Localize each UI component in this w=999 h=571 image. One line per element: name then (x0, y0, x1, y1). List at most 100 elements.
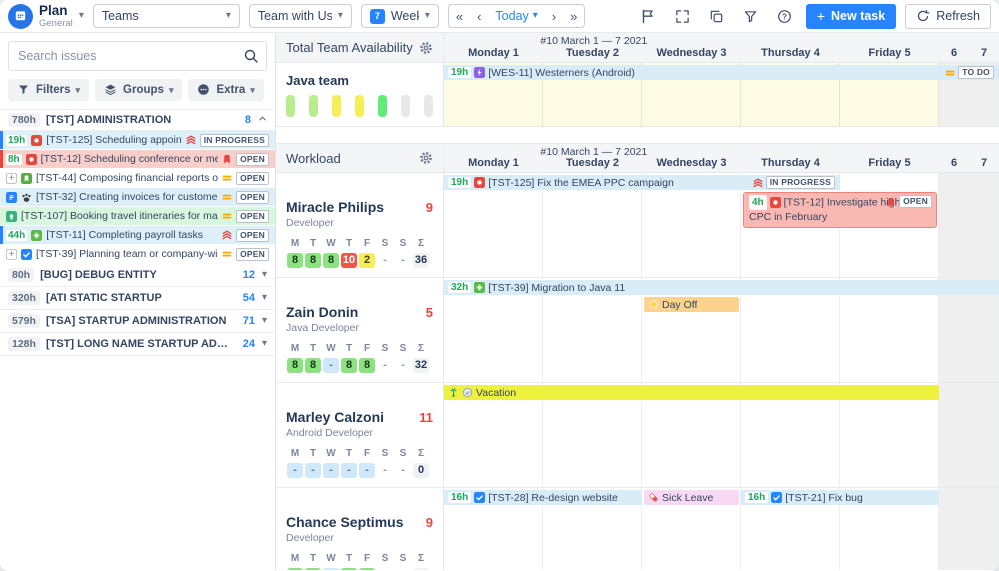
day-header-5: Friday 5 (840, 144, 939, 172)
availability-section-header: Total Team Availability #10 March 1 — 7 … (276, 33, 999, 63)
priority-highest-icon (222, 230, 232, 240)
task-row[interactable]: 44h[TST-11] Completing payroll tasksOPEN (0, 226, 275, 245)
gear-icon[interactable] (419, 151, 433, 165)
day-hours-chip: - (341, 463, 357, 478)
task-hours-badge: 44h (6, 230, 27, 241)
group-hours-badge: 128h (8, 337, 40, 351)
chevron-down-icon[interactable]: ▾ (262, 316, 267, 326)
sidebar-groups-button[interactable]: Groups▾ (95, 79, 182, 101)
task-title: [TST-125] Scheduling appointments for… (46, 134, 182, 146)
copy-icon[interactable] (704, 4, 729, 28)
event-title: Vacation (476, 387, 516, 399)
event[interactable]: 19h[WES-11] Westerners (Android)TO DO (444, 65, 999, 80)
day-hours-chip: 8 (341, 358, 357, 373)
priority-medium-icon (945, 68, 955, 78)
event-hours-badge: 4h (749, 195, 767, 210)
availability-bar (424, 95, 433, 117)
chevron-up-icon[interactable] (258, 114, 267, 126)
sidebar-extra-button[interactable]: Extra▾ (188, 79, 263, 101)
view-mode-select[interactable]: Team with Users ▾ (249, 4, 352, 28)
task-row[interactable]: +[TST-44] Composing financial reports on… (0, 169, 275, 188)
nav-next-button[interactable]: › (545, 5, 563, 27)
event[interactable]: 4h[TST-12] Investigate higher CPC in Feb… (743, 192, 937, 228)
nav-prev-week-fast-button[interactable]: « (449, 5, 470, 27)
workload-rows: Miracle Philips9DeveloperMTWTFSSΣ888102-… (276, 173, 999, 570)
teams-select-value: Teams (102, 9, 220, 23)
day-hours-chip: - (395, 463, 411, 478)
view-mode-value: Team with Users (258, 9, 332, 23)
event-title: [TST-39] Migration to Java 11 (488, 282, 625, 294)
user-role: Android Developer (286, 427, 433, 439)
today-button[interactable]: Today ▾ (488, 5, 544, 27)
event-title: [WES-11] Westerners (Android) (488, 67, 635, 79)
group-hours-badge: 780h (8, 113, 40, 127)
event[interactable]: Sick Leave (644, 490, 739, 505)
day-hours-chip: - (287, 463, 303, 478)
new-task-button[interactable]: + New task (806, 4, 896, 29)
user-calendar: Vacation (444, 383, 999, 487)
group-list: 80h[BUG] DEBUG ENTITY12▾320h[ATI STATIC … (0, 264, 275, 356)
task-title: [TST-39] Planning team or company-wide m… (36, 248, 218, 260)
gear-icon[interactable] (419, 41, 433, 55)
day-hours-chip: 8 (323, 253, 339, 268)
user-row: Chance Septimus9DeveloperMTWTFSSΣ88-88--… (276, 488, 999, 570)
sidebar-filters-button[interactable]: Filters▾ (8, 79, 89, 101)
status-badge: OPEN (236, 210, 269, 223)
project-group-row[interactable]: 320h[ATI STATIC STARTUP54▾ (0, 287, 275, 310)
day-letter: M (286, 448, 304, 459)
user-calendar: 16h[TST-28] Re-design websiteSick Leave1… (444, 488, 999, 570)
help-icon[interactable]: ? (772, 4, 797, 28)
project-group-row[interactable]: 128h[TST] LONG NAME STARTUP ADMINISTR..2… (0, 333, 275, 356)
bug-icon (770, 197, 781, 208)
event[interactable]: Vacation (444, 385, 939, 400)
task-row[interactable]: [TST-32] Creating invoices for customers… (0, 188, 275, 207)
filter-button-label: Extra (216, 84, 245, 96)
chevron-down-icon[interactable]: ▾ (262, 270, 267, 280)
fullscreen-icon[interactable] (670, 4, 695, 28)
flag-icon[interactable] (636, 4, 661, 28)
group-title: [TSA] STARTUP ADMINISTRATION (46, 315, 235, 327)
task-row[interactable]: 8h[TST-12] Scheduling conference or meet… (0, 150, 275, 169)
refresh-button[interactable]: Refresh (905, 4, 991, 29)
day-header-6: 6 (939, 144, 969, 172)
refresh-icon (916, 9, 930, 23)
day-letter: T (340, 553, 358, 564)
event[interactable]: 16h[TST-28] Re-design website (444, 490, 642, 505)
project-group-row[interactable]: 579h[TSA] STARTUP ADMINISTRATION71▾ (0, 310, 275, 333)
range-select[interactable]: 7 Week ▾ (361, 4, 439, 28)
event-title: [TST-28] Re-design website (488, 492, 618, 504)
availability-bar (309, 95, 318, 117)
expand-icon[interactable]: + (6, 249, 17, 260)
search-input[interactable] (8, 41, 267, 71)
day-letter: S (376, 343, 394, 354)
event[interactable]: 16h[TST-21] Fix bug (741, 490, 939, 505)
plus-icon: + (817, 9, 825, 23)
story-green-icon (21, 173, 32, 184)
nav-next-week-fast-button[interactable]: » (563, 5, 584, 27)
task-row[interactable]: + [TST-39] Planning team or company-wide … (0, 245, 275, 264)
teams-select[interactable]: Teams ▾ (93, 4, 240, 28)
project-group-row[interactable]: 80h[BUG] DEBUG ENTITY12▾ (0, 264, 275, 287)
dots-circle-icon (197, 83, 211, 97)
project-group-header[interactable]: 780h [TST] ADMINISTRATION 8 (0, 109, 275, 131)
task-row[interactable]: [TST-107] Booking travel itineraries for… (0, 207, 275, 226)
chevron-down-icon[interactable]: ▾ (262, 293, 267, 303)
expand-icon[interactable]: + (6, 173, 17, 184)
app-title: Plan (39, 4, 73, 18)
nav-prev-button[interactable]: ‹ (470, 5, 488, 27)
user-row: Miracle Philips9DeveloperMTWTFSSΣ888102-… (276, 173, 999, 278)
week-range-label: #10 March 1 — 7 2021 (444, 146, 744, 158)
chevron-down-icon[interactable]: ▾ (262, 339, 267, 349)
day-letter: S (376, 553, 394, 564)
task-row[interactable]: 19h[TST-125] Scheduling appointments for… (0, 131, 275, 150)
filter-icon[interactable] (738, 4, 763, 28)
workload-section-header: Workload #10 March 1 — 7 2021Monday 1Tue… (276, 143, 999, 173)
day-header-7: 7 (969, 144, 999, 172)
app-subtitle: General (39, 19, 73, 29)
event[interactable]: 19h[TST-125] Fix the EMEA PPC campaignIN… (444, 175, 840, 190)
paw-dark-icon (21, 192, 32, 203)
filter-button-label: Groups (123, 84, 164, 96)
event[interactable]: 32h[TST-39] Migration to Java 11 (444, 280, 999, 295)
event[interactable]: Day Off (644, 297, 739, 312)
app-menu[interactable]: Plan General ▾ (8, 4, 84, 29)
